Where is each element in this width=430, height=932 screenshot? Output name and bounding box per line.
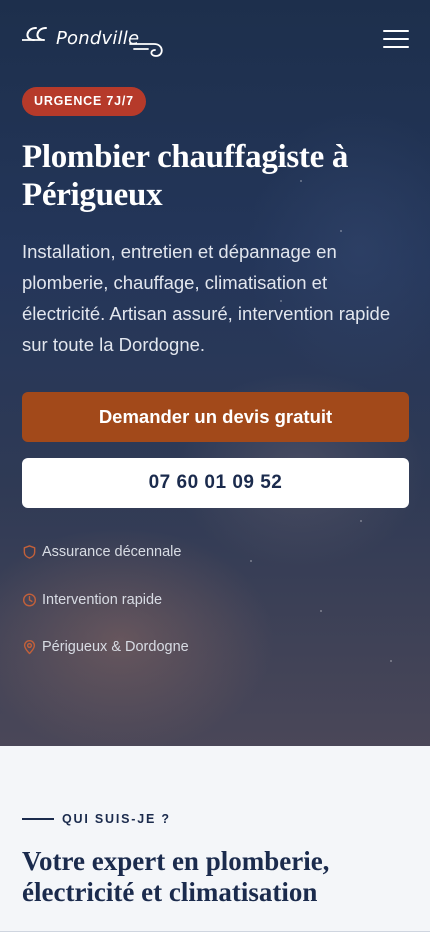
shield-icon	[23, 545, 36, 559]
feature-label: Intervention rapide	[42, 592, 163, 608]
clock-icon	[22, 593, 37, 607]
hamburger-icon[interactable]	[383, 30, 409, 52]
decorative-spark	[340, 230, 342, 232]
feature-location: Périgueux & Dordogne	[22, 637, 189, 657]
decorative-spark	[320, 610, 322, 612]
urgency-badge: URGENCE 7J/7	[22, 87, 146, 116]
decorative-spark	[360, 520, 362, 522]
hero-description: Installation, entretien et dépannage en …	[22, 241, 391, 355]
hero-title: Plombier chauffagiste à Périgueux	[22, 139, 349, 213]
feature-insurance: Assurance décennale	[22, 542, 181, 562]
eyebrow-label: QUI SUIS-JE ?	[62, 812, 171, 826]
decorative-spark	[390, 660, 392, 662]
eyebrow-divider	[22, 818, 54, 820]
feature-label: Périgueux & Dordogne	[42, 639, 189, 655]
about-title: Votre expert en plomberie, électricité e…	[22, 846, 330, 907]
about-section: QUI SUIS-JE ? Votre expert en plomberie,…	[0, 746, 430, 932]
map-pin-icon	[23, 640, 36, 655]
phone-call-button[interactable]: 07 60 01 09 52	[22, 458, 409, 508]
hero-section: Pondville URGENCE 7J/7 Plombier chauffag…	[0, 0, 430, 746]
feature-label: Assurance décennale	[42, 544, 182, 560]
top-bar: Pondville	[21, 22, 409, 62]
feature-fast-intervention: Intervention rapide	[22, 590, 162, 610]
decorative-spark	[250, 560, 252, 562]
section-eyebrow: QUI SUIS-JE ?	[22, 812, 171, 826]
logo-text: Pondville	[56, 28, 140, 49]
quote-request-button[interactable]: Demander un devis gratuit	[22, 392, 409, 442]
logo[interactable]: Pondville	[21, 22, 172, 62]
